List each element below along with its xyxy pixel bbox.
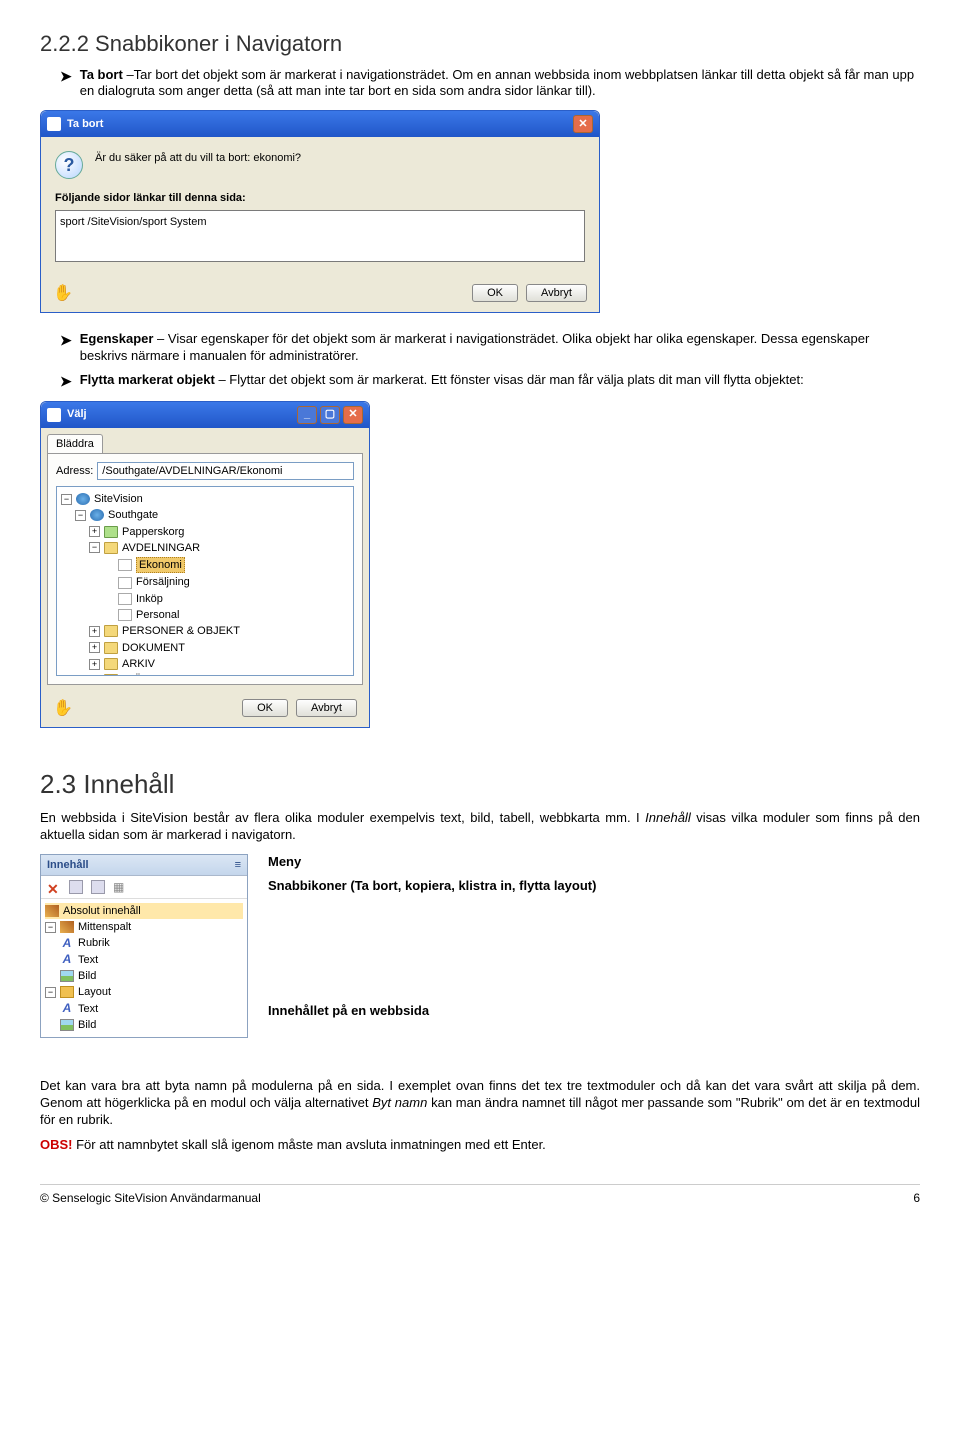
dialog-ta-bort: Ta bort ✕ ? Är du säker på att du vill t… [40, 110, 600, 312]
delete-icon[interactable]: ✕ [47, 880, 61, 894]
tree-item[interactable]: Papperskorg [122, 525, 184, 539]
layout-icon [60, 986, 74, 998]
bullet-arrow-icon: ➤ [60, 67, 72, 85]
ok-button[interactable]: OK [242, 699, 288, 717]
page-icon [118, 609, 132, 621]
section23-obs: OBS! För att namnbytet skall slå igenom … [40, 1137, 920, 1154]
move-layout-icon[interactable]: ▦ [113, 880, 127, 894]
dialog-title: Välj [67, 407, 87, 421]
callout-meny: Meny [268, 854, 596, 871]
callout-toolbar: Snabbikoner (Ta bort, kopiera, klistra i… [268, 878, 596, 895]
content-item[interactable]: Text [78, 1002, 98, 1016]
close-icon[interactable]: ✕ [573, 115, 593, 133]
folder-icon [104, 642, 118, 654]
content-item[interactable]: Bild [78, 1018, 96, 1032]
folder-icon [104, 526, 118, 538]
menu-icon[interactable]: ≡ [235, 858, 241, 872]
tree-item[interactable]: TJÄNSTER & VERKTYG [122, 673, 245, 676]
bullet-text: Ta bort –Tar bort det objekt som är mark… [80, 67, 920, 101]
section23-p2: Det kan vara bra att byta namn på module… [40, 1078, 920, 1129]
dialog-titlebar: Välj _ ▢ ✕ [41, 402, 369, 428]
callout-labels: Meny Snabbikoner (Ta bort, kopiera, klis… [268, 854, 596, 1021]
bullet-text: Flytta markerat objekt – Flyttar det obj… [80, 372, 920, 389]
tab-bladdra[interactable]: Bläddra [47, 434, 103, 453]
dialog-app-icon [47, 117, 61, 131]
tree-view[interactable]: −SiteVision −Southgate +Papperskorg −AVD… [56, 486, 354, 676]
page-icon [118, 577, 132, 589]
content-item[interactable]: Rubrik [78, 936, 110, 950]
folder-icon [104, 625, 118, 637]
address-input[interactable] [97, 462, 354, 480]
cancel-button[interactable]: Avbryt [296, 699, 357, 717]
bullet-flytta: ➤ Flytta markerat objekt – Flyttar det o… [60, 372, 920, 390]
linked-pages-listbox[interactable]: sport /SiteVision/sport System [55, 210, 585, 262]
text-a-icon: A [60, 954, 74, 966]
panel-innehall: Innehåll ≡ ✕ ▦ Absolut innehåll −Mittens… [40, 854, 248, 1039]
image-icon [60, 970, 74, 982]
dialog-titlebar: Ta bort ✕ [41, 111, 599, 137]
content-item[interactable]: Text [78, 953, 98, 967]
footer-page-number: 6 [913, 1191, 920, 1207]
close-icon[interactable]: ✕ [343, 406, 363, 424]
dialog-app-icon [47, 408, 61, 422]
text-a-icon: A [60, 938, 74, 950]
linked-pages-heading: Följande sidor länkar till denna sida: [55, 191, 585, 205]
dialog-title: Ta bort [67, 117, 103, 131]
section-heading-222: 2.2.2 Snabbikoner i Navigatorn [40, 30, 920, 59]
bullet-ta-bort: ➤ Ta bort –Tar bort det objekt som är ma… [60, 67, 920, 101]
hand-icon: ✋ [53, 699, 75, 717]
pencil-icon [60, 921, 74, 933]
globe-icon [90, 509, 104, 521]
address-label: Adress: [56, 464, 93, 478]
minimize-icon[interactable]: _ [297, 406, 317, 424]
content-item[interactable]: Layout [78, 985, 111, 999]
linked-page-item[interactable]: sport /SiteVision/sport System [60, 215, 580, 229]
content-tree[interactable]: Absolut innehåll −Mittenspalt ARubrik AT… [41, 899, 247, 1037]
folder-icon [104, 542, 118, 554]
tree-root[interactable]: SiteVision [94, 492, 143, 506]
panel-title: Innehåll [47, 858, 89, 872]
paste-icon[interactable] [91, 880, 105, 894]
section-heading-23: 2.3 Innehåll [40, 768, 920, 802]
hand-icon: ✋ [53, 284, 75, 302]
footer-left: © Senselogic SiteVision Användarmanual [40, 1191, 261, 1207]
ok-button[interactable]: OK [472, 284, 518, 302]
content-item[interactable]: Bild [78, 969, 96, 983]
folder-icon [104, 658, 118, 670]
tree-item[interactable]: Personal [136, 608, 179, 622]
content-item[interactable]: Absolut innehåll [63, 904, 141, 918]
folder-icon [104, 674, 118, 676]
page-icon [118, 559, 132, 571]
text-a-icon: A [60, 1003, 74, 1015]
tree-item[interactable]: Inköp [136, 592, 163, 606]
tree-item[interactable]: ARKIV [122, 657, 155, 671]
section23-intro: En webbsida i SiteVision består av flera… [40, 810, 920, 844]
bullet-arrow-icon: ➤ [60, 331, 72, 349]
panel-toolbar: ✕ ▦ [41, 876, 247, 899]
bullet-egenskaper: ➤ Egenskaper – Visar egenskaper för det … [60, 331, 920, 365]
globe-icon [76, 493, 90, 505]
tree-item[interactable]: DOKUMENT [122, 641, 185, 655]
cancel-button[interactable]: Avbryt [526, 284, 587, 302]
bullet-arrow-icon: ➤ [60, 372, 72, 390]
copy-icon[interactable] [69, 880, 83, 894]
tree-item[interactable]: AVDELNINGAR [122, 541, 200, 555]
tree-item[interactable]: Southgate [108, 508, 158, 522]
callout-content: Innehållet på en webbsida [268, 1003, 596, 1020]
pencil-icon [45, 905, 59, 917]
tree-item[interactable]: Försäljning [136, 575, 190, 589]
dialog-valj: Välj _ ▢ ✕ Bläddra Adress: −SiteVision −… [40, 401, 370, 728]
tree-item[interactable]: PERSONER & OBJEKT [122, 624, 240, 638]
maximize-icon[interactable]: ▢ [320, 406, 340, 424]
tree-item-selected[interactable]: Ekonomi [136, 557, 185, 573]
page-icon [118, 593, 132, 605]
dialog-question-text: Är du säker på att du vill ta bort: ekon… [95, 151, 301, 165]
content-item[interactable]: Mittenspalt [78, 920, 131, 934]
image-icon [60, 1019, 74, 1031]
page-footer: © Senselogic SiteVision Användarmanual 6 [40, 1184, 920, 1207]
question-icon: ? [55, 151, 83, 179]
bullet-text: Egenskaper – Visar egenskaper för det ob… [80, 331, 920, 365]
